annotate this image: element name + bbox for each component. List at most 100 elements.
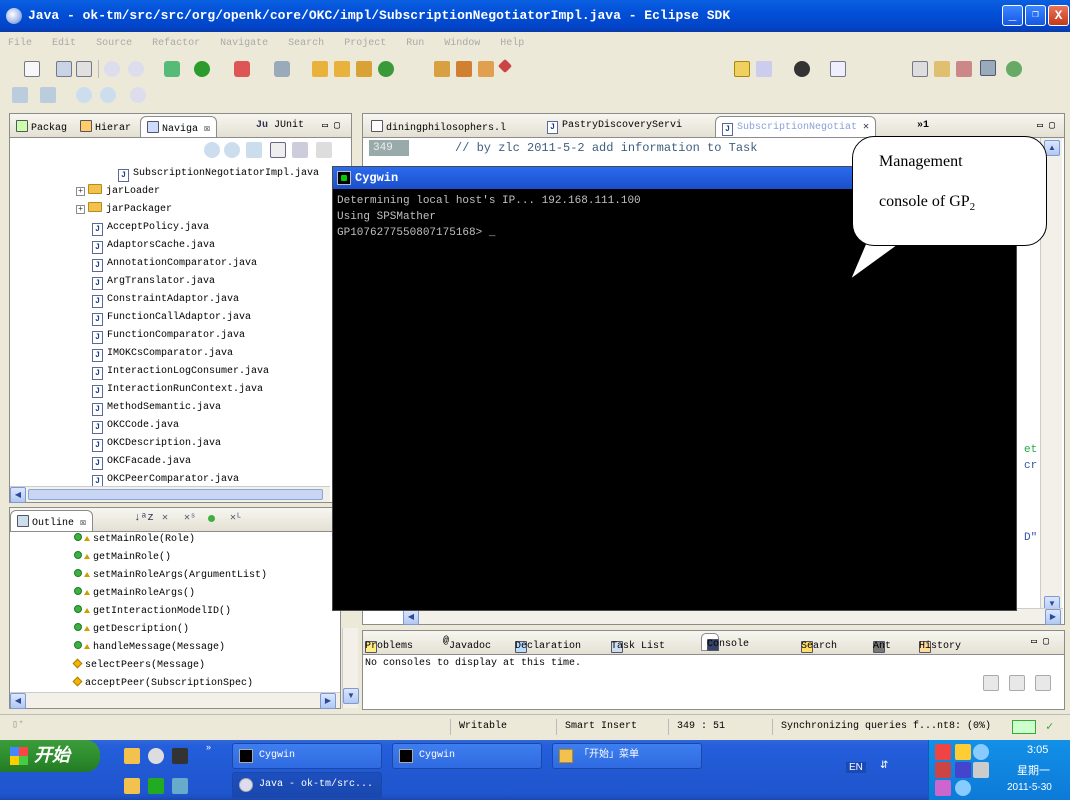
outline-item[interactable]: getDescription()	[74, 622, 189, 638]
new-icon[interactable]	[24, 61, 40, 77]
run-icon[interactable]	[194, 61, 210, 77]
expand-icon[interactable]: +	[76, 187, 85, 196]
minimize-button[interactable]: _	[1002, 5, 1023, 26]
open-task-icon[interactable]	[478, 61, 494, 77]
forward-icon[interactable]	[224, 142, 240, 158]
tab-package-explorer[interactable]: Packag	[10, 116, 73, 137]
menu-source[interactable]: Source	[96, 38, 132, 49]
back-icon[interactable]	[76, 87, 92, 103]
last-edit-icon[interactable]	[130, 87, 146, 103]
tree-item[interactable]: J MethodSemantic.java	[92, 400, 221, 416]
back-icon[interactable]	[204, 142, 220, 158]
scroll-down-icon[interactable]: ▼	[343, 688, 359, 704]
next-annotation-icon[interactable]	[12, 87, 28, 103]
tray-app-icon[interactable]	[935, 762, 951, 778]
menu-file[interactable]: File	[8, 38, 32, 49]
print-icon[interactable]	[76, 61, 92, 77]
scroll-right-icon[interactable]: ▶	[1045, 609, 1061, 625]
pencil-icon[interactable]	[497, 58, 513, 74]
breakpoint-icon[interactable]	[794, 61, 810, 77]
scroll-thumb[interactable]	[28, 489, 323, 500]
taskbar-item-cygwin-2[interactable]: Cygwin	[392, 743, 542, 769]
expand-icon[interactable]: +	[76, 205, 85, 214]
tray-network-icon[interactable]	[973, 744, 989, 760]
menu-help[interactable]: Help	[500, 38, 524, 49]
editor-tab[interactable]: diningphilosophers.l	[365, 116, 512, 137]
tree-item[interactable]: J OKCFacade.java	[92, 454, 191, 470]
hide-static-icon[interactable]: ✕ˢ	[184, 512, 196, 524]
quicklaunch-folder-icon[interactable]	[124, 748, 140, 764]
progress-icon[interactable]	[1012, 720, 1036, 734]
highlight-icon[interactable]	[734, 61, 750, 77]
up-icon[interactable]	[246, 142, 262, 158]
editor-tab[interactable]: J PastryDiscoveryServi	[541, 116, 688, 137]
new-package-icon[interactable]	[312, 61, 328, 77]
menu-navigate[interactable]: Navigate	[220, 38, 268, 49]
show-whitespace-icon[interactable]	[756, 61, 772, 77]
ime-options-icon[interactable]: ⇵	[880, 760, 888, 771]
debug-perspective-icon[interactable]	[980, 60, 996, 76]
taskbar-item-eclipse[interactable]: Java - ok-tm/src...	[232, 772, 382, 798]
forward-nav-icon[interactable]	[128, 61, 144, 77]
tree-item[interactable]: + jarPackager	[76, 202, 172, 218]
quicklaunch-cmd-icon[interactable]	[172, 748, 188, 764]
collapse-all-icon[interactable]	[270, 142, 286, 158]
editor-minimize-icon[interactable]: ▭ ▢	[1031, 116, 1061, 137]
tree-item[interactable]: J FunctionComparator.java	[92, 328, 245, 344]
sort-icon[interactable]: ↓ᵃz	[134, 512, 154, 524]
new-interface-icon[interactable]	[356, 61, 372, 77]
save-icon[interactable]	[56, 61, 72, 77]
debug-icon[interactable]	[164, 61, 180, 77]
outline-item[interactable]: setMainRoleArgs(ArgumentList)	[74, 568, 267, 584]
quicklaunch-expand-icon[interactable]: »	[206, 742, 211, 752]
code-comment[interactable]: // by zlc 2011-5-2 add information to Ta…	[455, 141, 757, 155]
editor-tab-active[interactable]: J SubscriptionNegotiat ✕	[715, 116, 877, 137]
team-sync-icon[interactable]	[934, 61, 950, 77]
view-menu-icon[interactable]	[316, 142, 332, 158]
tray-volume-icon[interactable]	[955, 744, 971, 760]
taskbar-item-cygwin[interactable]: Cygwin	[232, 743, 382, 769]
outline-vscrollbar[interactable]: ▼	[342, 628, 359, 708]
tree-item[interactable]: J AdaptorsCache.java	[92, 238, 215, 254]
tray-app-icon[interactable]	[973, 762, 989, 778]
tab-overflow[interactable]: »1	[911, 116, 935, 137]
ime-indicator[interactable]: EN	[846, 762, 866, 773]
tree-item[interactable]: J InteractionRunContext.java	[92, 382, 263, 398]
block-select-icon[interactable]	[830, 61, 846, 77]
tree-item[interactable]: J ArgTranslator.java	[92, 274, 215, 290]
external-tools-icon[interactable]	[234, 61, 250, 77]
quicklaunch-explorer-icon[interactable]	[124, 778, 140, 794]
status-insert-mode[interactable]: Smart Insert	[556, 719, 660, 735]
scroll-left-icon[interactable]: ◀	[10, 693, 26, 709]
tree-item[interactable]: J IMOKCsComparator.java	[92, 346, 233, 362]
svn-icon[interactable]	[956, 61, 972, 77]
outline-item[interactable]: handleMessage(Message)	[74, 640, 225, 656]
menu-run[interactable]: Run	[406, 38, 424, 49]
console-minimize-icon[interactable]: ▭ ▢	[1031, 636, 1049, 648]
hide-nonpublic-icon[interactable]	[208, 515, 215, 522]
menu-refactor[interactable]: Refactor	[152, 38, 200, 49]
tree-item[interactable]: J InteractionLogConsumer.java	[92, 364, 269, 380]
quicklaunch-media-icon[interactable]	[172, 778, 188, 794]
tray-sync-icon[interactable]	[955, 780, 971, 796]
outline-item[interactable]: getInteractionModelID()	[74, 604, 231, 620]
java-perspective-icon[interactable]	[1006, 61, 1022, 77]
status-job[interactable]: Synchronizing queries f...nt8: (0%)	[772, 719, 998, 735]
maximize-button[interactable]: ❐	[1025, 5, 1046, 26]
tab-console[interactable]: Console ☒	[701, 633, 749, 651]
forward-icon[interactable]	[100, 87, 116, 103]
close-button[interactable]: X	[1048, 5, 1069, 26]
clock-time[interactable]: 3:05	[1027, 744, 1048, 756]
terminal-prompt[interactable]: GP10762775508071751​68> _	[337, 227, 495, 239]
display-console-icon[interactable]	[1009, 675, 1025, 691]
quicklaunch-browser-icon[interactable]	[148, 748, 164, 764]
new-item-icon[interactable]	[378, 61, 394, 77]
view-minimize-icon[interactable]: ▭ ▢	[316, 116, 346, 137]
tab-javadoc[interactable]: @ Javadoc	[443, 636, 491, 652]
open-resource-icon[interactable]	[456, 61, 472, 77]
link-editor-icon[interactable]	[292, 142, 308, 158]
scroll-left-icon[interactable]: ◀	[10, 487, 26, 503]
menu-edit[interactable]: Edit	[52, 38, 76, 49]
outline-item[interactable]: selectPeers(Message)	[72, 658, 205, 674]
menu-search[interactable]: Search	[288, 38, 324, 49]
